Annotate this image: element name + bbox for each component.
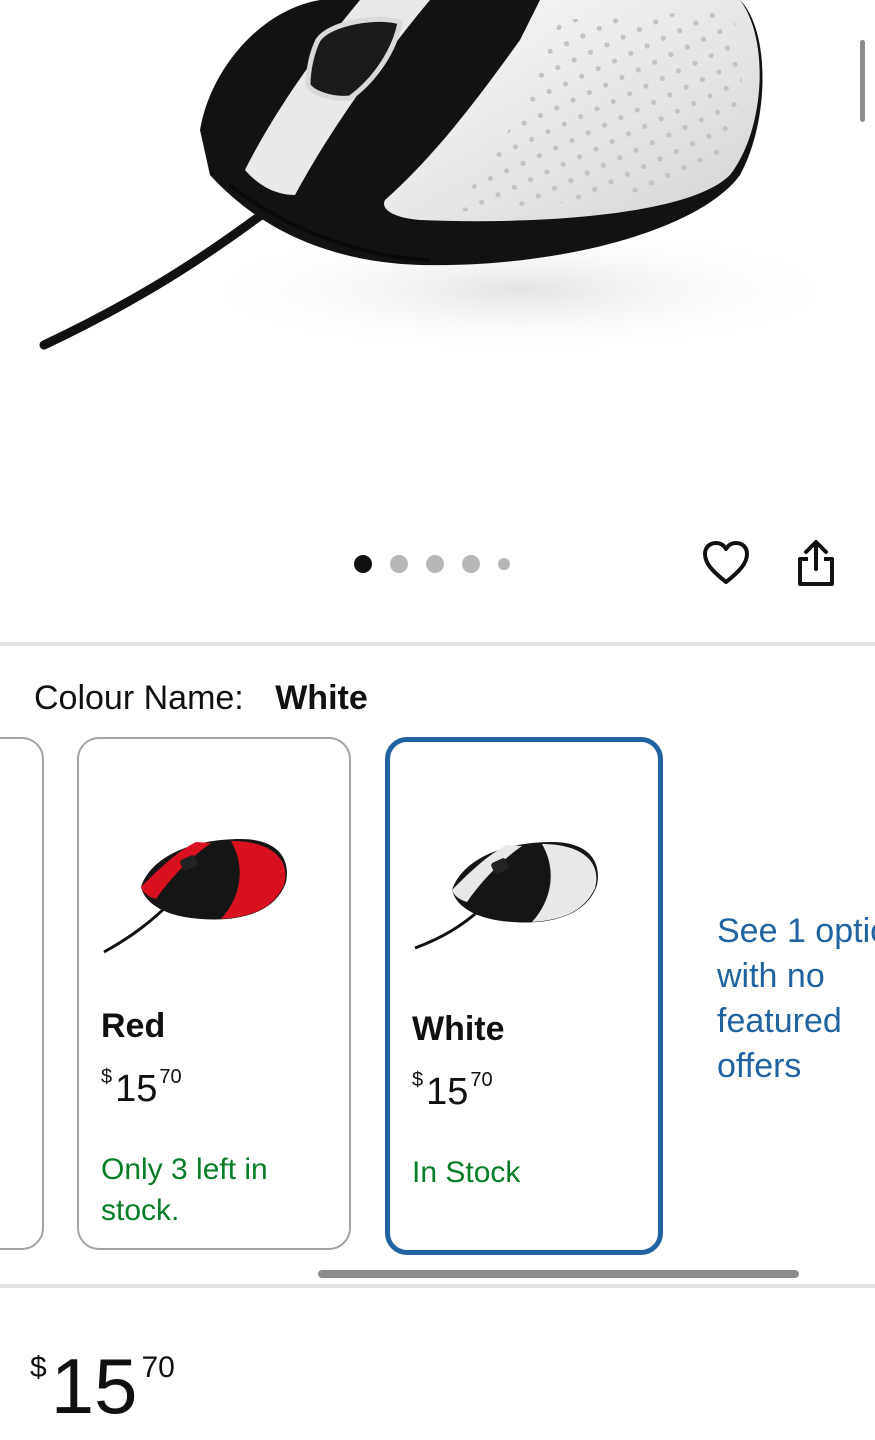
variant-stock-status: In Stock — [412, 1156, 521, 1189]
share-button[interactable] — [788, 535, 844, 591]
variant-name: White — [412, 1010, 505, 1048]
colour-name-label: Colour Name: — [34, 679, 244, 717]
white-mouse-thumbnail — [414, 842, 598, 950]
colour-name-value: White — [275, 679, 368, 717]
colour-name-row: Colour Name: White — [34, 676, 368, 720]
carousel-dot-2[interactable] — [390, 555, 408, 573]
share-icon — [798, 540, 834, 586]
price-whole: 15 — [115, 1068, 158, 1110]
price-symbol: $ — [30, 1351, 47, 1384]
section-divider — [0, 1284, 875, 1288]
product-page: Colour Name: White Red $15 70 Only 3 left… — [0, 0, 875, 1440]
heart-icon — [703, 541, 749, 584]
variant-price: $15 70 — [101, 1057, 182, 1109]
variant-card-partial[interactable] — [0, 737, 44, 1250]
price-cents: 70 — [159, 1066, 182, 1088]
image-carousel-dots[interactable] — [354, 553, 528, 575]
variant-price: $15 70 — [412, 1060, 493, 1112]
carousel-dot-4[interactable] — [462, 555, 480, 573]
see-more-options-link[interactable]: See 1 option with no featured offers — [717, 909, 875, 1089]
price-cents: 70 — [470, 1069, 493, 1091]
red-mouse-thumbnail — [103, 839, 287, 954]
variant-stock-status: Only 3 left in stock. — [101, 1153, 268, 1227]
price-whole: 15 — [50, 1342, 138, 1430]
price-whole: 15 — [426, 1071, 469, 1113]
product-image[interactable] — [0, 0, 875, 520]
price-cents: 70 — [141, 1351, 175, 1384]
price-symbol: $ — [412, 1069, 424, 1091]
carousel-dot-3[interactable] — [426, 555, 444, 573]
main-price: $15 70 — [30, 1328, 175, 1440]
variant-card-white[interactable]: White $15 70 In Stock — [385, 737, 663, 1255]
mouse-illustration — [39, 0, 860, 360]
horizontal-scrollbar[interactable] — [318, 1270, 799, 1278]
carousel-dot-5[interactable] — [498, 558, 510, 570]
vertical-scrollbar[interactable] — [860, 40, 865, 122]
variant-name: Red — [101, 1007, 166, 1045]
variant-card-red[interactable]: Red $15 70 Only 3 left in stock. — [77, 737, 351, 1250]
section-divider — [0, 642, 875, 646]
carousel-dot-1[interactable] — [354, 555, 372, 573]
price-symbol: $ — [101, 1066, 113, 1088]
wishlist-button[interactable] — [698, 535, 754, 591]
